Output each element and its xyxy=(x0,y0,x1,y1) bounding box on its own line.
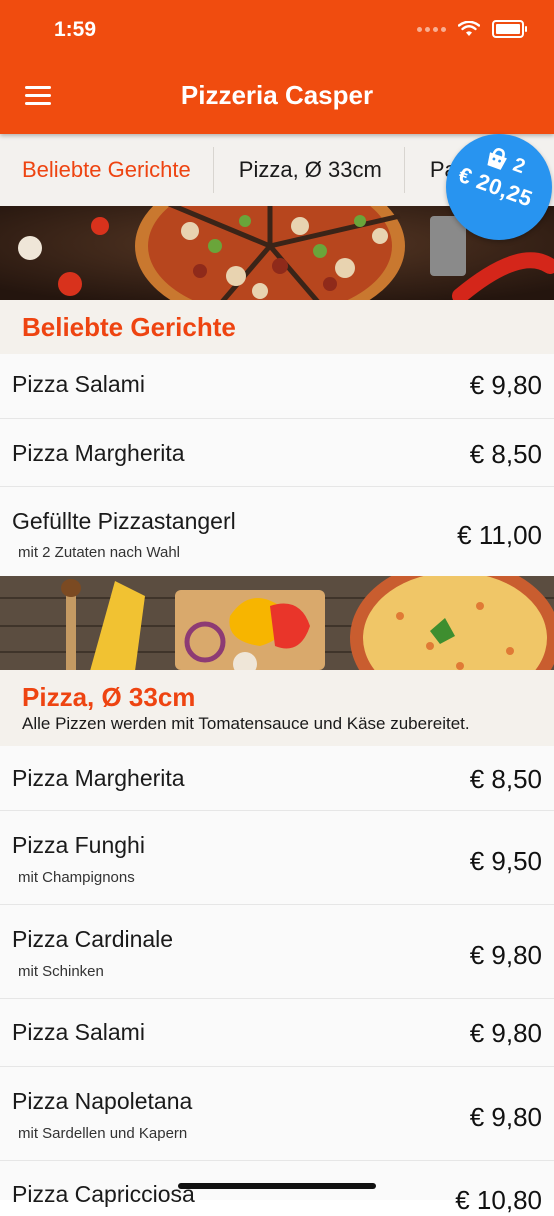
cart-button[interactable]: 2 € 20,25 xyxy=(446,134,552,240)
app-bar: 1:59 Pizzeria Casper xyxy=(0,0,554,134)
menu-item[interactable]: Pizza Margherita € 8,50 xyxy=(0,746,554,811)
menu-item[interactable]: Gefüllte Pizzastangerl mit 2 Zutaten nac… xyxy=(0,487,554,576)
item-price: € 9,80 xyxy=(469,370,542,400)
tab-pizza[interactable]: Pizza, Ø 33cm xyxy=(212,147,404,193)
page-title: Pizzeria Casper xyxy=(180,80,374,110)
cart-count: 2 xyxy=(510,153,529,178)
item-price: € 9,80 xyxy=(469,1102,542,1132)
menu-item[interactable]: Pizza Cardinale mit Schinken € 9,80 xyxy=(0,905,554,999)
menu-item[interactable]: Pizza Capricciosa € 10,80 xyxy=(0,1161,554,1215)
section-title: Beliebte Gerichte xyxy=(22,312,236,342)
menu-item[interactable]: Pizza Napoletana mit Sardellen und Kaper… xyxy=(0,1067,554,1161)
item-price: € 8,50 xyxy=(469,439,542,469)
section-description: Alle Pizzen werden mit Tomatensauce und … xyxy=(22,714,470,733)
battery-icon xyxy=(492,20,527,38)
item-price: € 8,50 xyxy=(469,764,542,794)
menu-item[interactable]: Pizza Salami € 9,80 xyxy=(0,999,554,1067)
item-name: Pizza Salami xyxy=(12,1019,145,1045)
home-indicator xyxy=(178,1183,376,1189)
item-name: Pizza Napoletana xyxy=(12,1088,193,1114)
item-description: mit Sardellen und Kapern xyxy=(18,1125,188,1142)
item-name: Gefüllte Pizzastangerl xyxy=(12,508,236,534)
section-title: Pizza, Ø 33cm xyxy=(22,682,196,712)
menu-item[interactable]: Pizza Funghi mit Champignons € 9,50 xyxy=(0,811,554,905)
item-name: Pizza Salami xyxy=(12,371,145,397)
item-name: Pizza Funghi xyxy=(12,832,145,858)
item-name: Pizza Margherita xyxy=(12,440,185,466)
item-price: € 11,00 xyxy=(457,520,542,550)
item-description: mit Champignons xyxy=(18,869,135,886)
status-time: 1:59 xyxy=(54,18,97,41)
item-description: mit 2 Zutaten nach Wahl xyxy=(18,544,181,561)
item-name: Pizza Margherita xyxy=(12,765,185,791)
status-icons xyxy=(417,20,527,38)
menu-item[interactable]: Pizza Margherita € 8,50 xyxy=(0,419,554,487)
tab-beliebte-gerichte[interactable]: Beliebte Gerichte xyxy=(0,147,213,193)
item-price: € 9,80 xyxy=(469,940,542,970)
item-price: € 10,80 xyxy=(455,1185,542,1215)
item-price: € 9,50 xyxy=(469,846,542,876)
item-price: € 9,80 xyxy=(469,1018,542,1048)
section-header-beliebte: Beliebte Gerichte xyxy=(0,300,554,354)
section-header-pizza: Pizza, Ø 33cm Alle Pizzen werden mit Tom… xyxy=(0,670,554,746)
menu-item[interactable]: Pizza Salami € 9,80 xyxy=(0,354,554,419)
cellular-icon xyxy=(417,26,446,32)
item-name: Pizza Capricciosa xyxy=(12,1181,195,1207)
wifi-icon xyxy=(458,21,480,36)
item-name: Pizza Cardinale xyxy=(12,926,174,952)
item-description: mit Schinken xyxy=(18,963,104,980)
ingredients-banner-image xyxy=(0,576,554,670)
